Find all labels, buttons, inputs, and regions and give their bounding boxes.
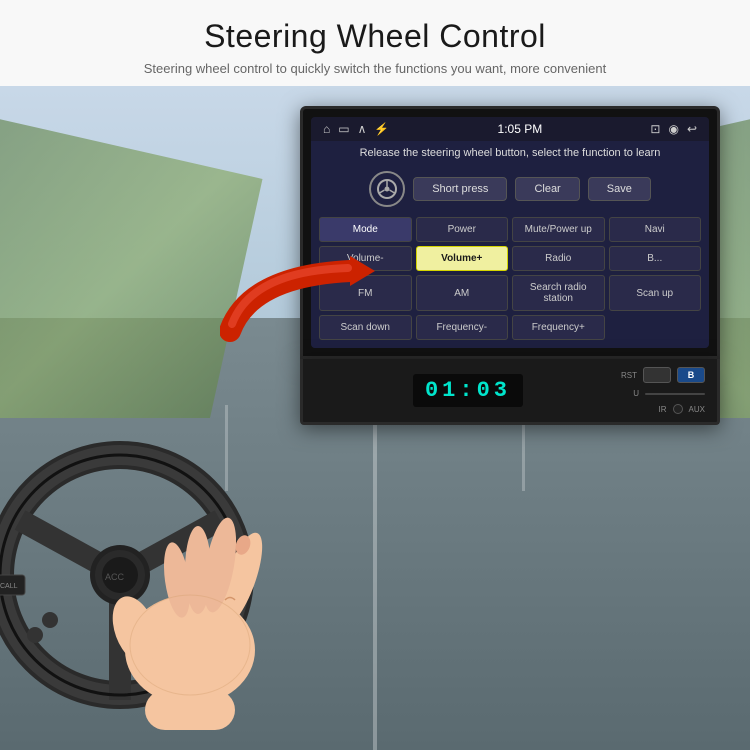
func-search-radio-button[interactable]: Search radio station xyxy=(512,275,605,311)
scene-container: ⌂ ▭ ∧ ⚡ 1:05 PM ⊡ ◉ ↩ xyxy=(0,86,750,750)
arrow-svg xyxy=(220,256,380,346)
display-area: 01:03 xyxy=(315,374,621,407)
device-body: 01:03 RST B U IR AUX xyxy=(300,359,720,425)
save-button[interactable]: Save xyxy=(588,177,651,201)
func-am-button[interactable]: AM xyxy=(416,275,509,311)
short-press-button[interactable]: Short press xyxy=(413,177,507,201)
page-wrapper: Steering Wheel Control Steering wheel co… xyxy=(0,0,750,750)
usb-slot xyxy=(645,393,705,395)
cast-icon[interactable]: ⊡ xyxy=(650,122,660,136)
hand-svg xyxy=(80,490,300,730)
b-button[interactable]: B xyxy=(677,367,705,383)
status-icons-right: ⊡ ◉ ↩ xyxy=(650,122,697,136)
header-section: Steering Wheel Control Steering wheel co… xyxy=(0,0,750,86)
device-controls-right: RST B U IR AUX xyxy=(621,367,705,414)
func-scan-up-button[interactable]: Scan up xyxy=(609,275,702,311)
ir-port xyxy=(673,404,683,414)
page-title: Steering Wheel Control xyxy=(40,18,710,55)
screen-icon[interactable]: ▭ xyxy=(338,122,349,136)
status-icons-left: ⌂ ▭ ∧ ⚡ xyxy=(323,122,389,136)
clear-button[interactable]: Clear xyxy=(515,177,579,201)
hand-container xyxy=(80,490,300,730)
u-label: U xyxy=(633,389,639,398)
status-bar: ⌂ ▭ ∧ ⚡ 1:05 PM ⊡ ◉ ↩ xyxy=(311,117,709,141)
location-icon[interactable]: ◉ xyxy=(668,122,678,136)
func-freq-minus-button[interactable]: Frequency- xyxy=(416,315,509,340)
rst-label: RST xyxy=(621,371,637,380)
instruction-label: Release the steering wheel button, selec… xyxy=(360,147,661,159)
func-b-button[interactable]: B... xyxy=(609,246,702,271)
svg-text:CALL: CALL xyxy=(0,583,18,590)
u-row: U xyxy=(633,389,705,398)
ir-row: IR AUX xyxy=(659,404,705,414)
func-mode-button[interactable]: Mode xyxy=(319,217,412,242)
func-navi-button[interactable]: Navi xyxy=(609,217,702,242)
func-freq-plus-button[interactable]: Frequency+ xyxy=(512,315,605,340)
home-icon[interactable]: ⌂ xyxy=(323,122,330,136)
aux-label: AUX xyxy=(689,405,705,414)
status-time: 1:05 PM xyxy=(498,122,543,136)
control-row: Short press Clear Save xyxy=(311,165,709,213)
func-mute-button[interactable]: Mute/Power up xyxy=(512,217,605,242)
func-power-button[interactable]: Power xyxy=(416,217,509,242)
usb-icon[interactable]: ⚡ xyxy=(374,122,389,136)
back-icon[interactable]: ↩ xyxy=(687,122,697,136)
rst-button[interactable] xyxy=(643,367,671,383)
func-volume-plus-button[interactable]: Volume+ xyxy=(416,246,509,271)
rst-row: RST B xyxy=(621,367,705,383)
ir-label: IR xyxy=(659,405,667,414)
up-icon[interactable]: ∧ xyxy=(358,122,367,136)
func-radio-button[interactable]: Radio xyxy=(512,246,605,271)
arrow-container xyxy=(220,256,360,336)
page-subtitle: Steering wheel control to quickly switch… xyxy=(40,61,710,76)
instruction-text: Release the steering wheel button, selec… xyxy=(311,141,709,165)
steering-wheel-icon xyxy=(369,171,405,207)
display-time: 01:03 xyxy=(413,374,523,407)
